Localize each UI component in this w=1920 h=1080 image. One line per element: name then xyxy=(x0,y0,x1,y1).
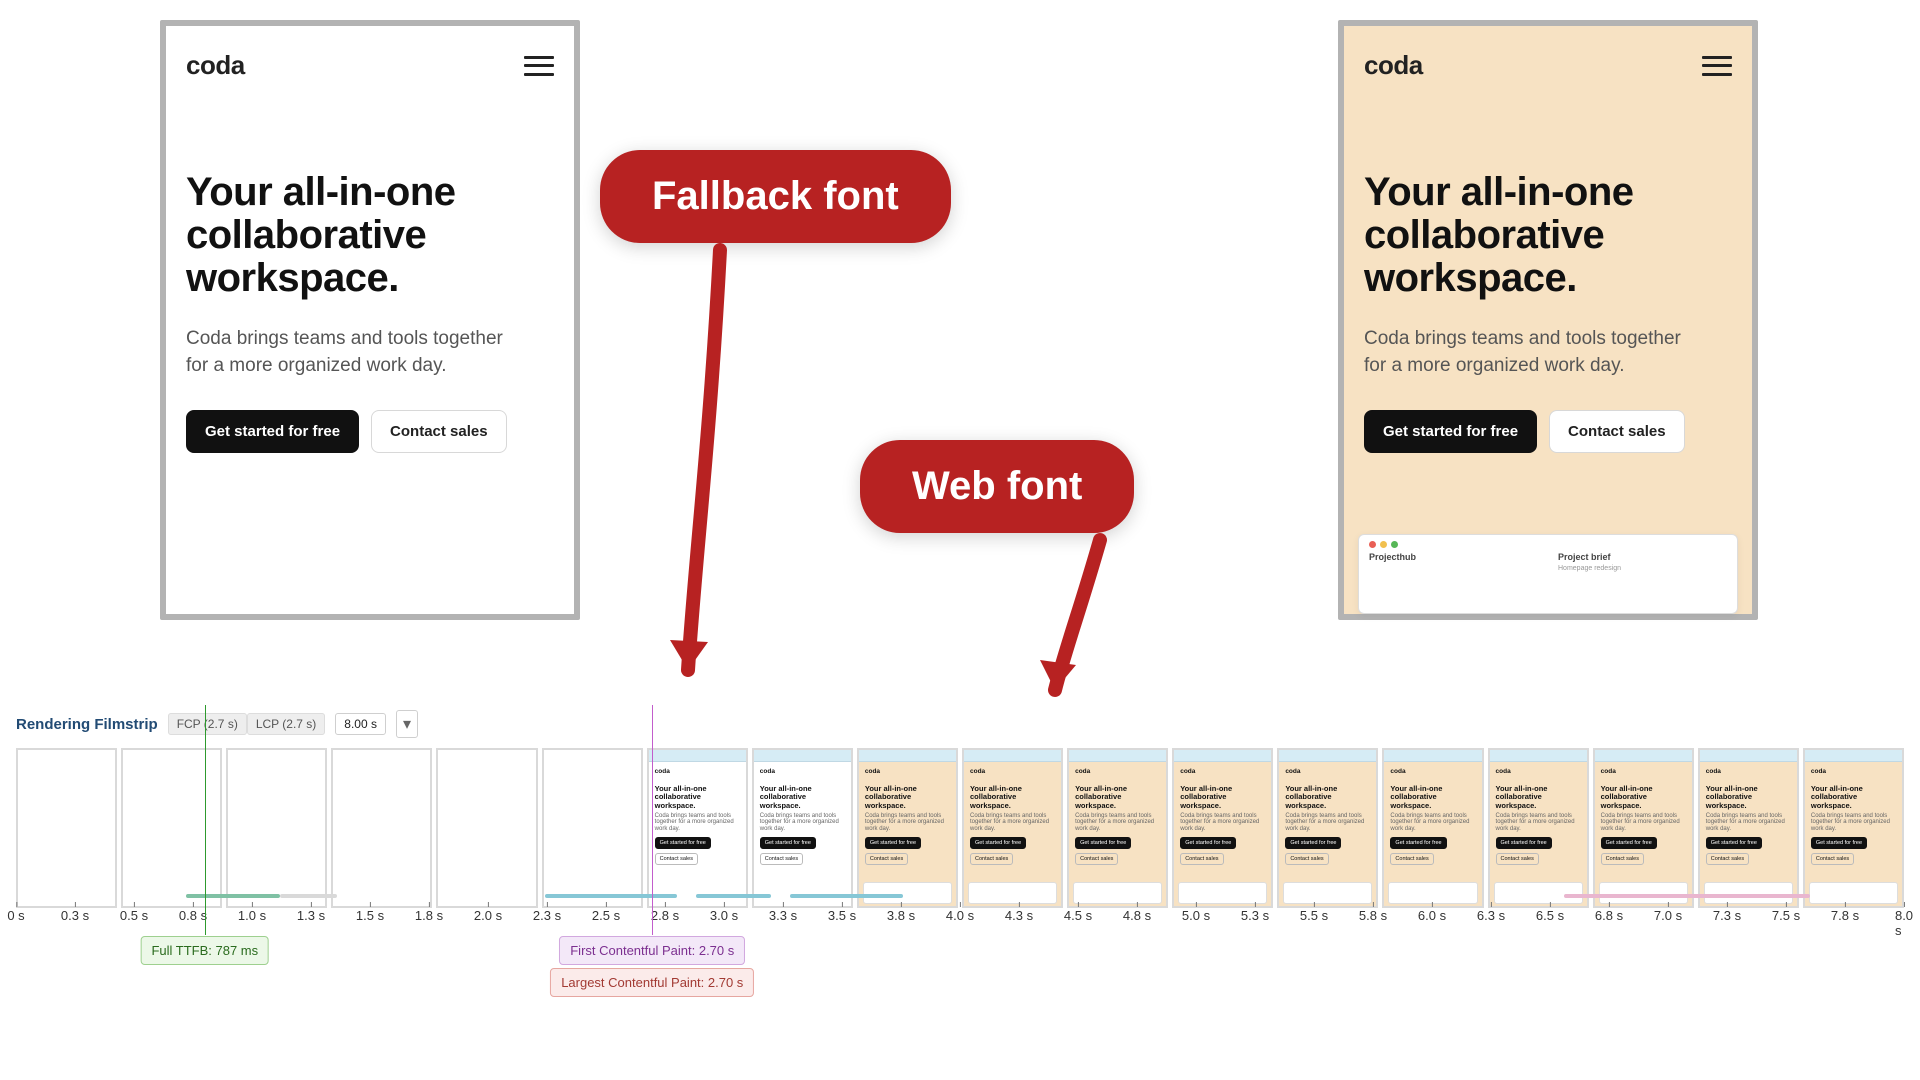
axis-tick: 5.8 s xyxy=(1359,908,1387,923)
fallback-font-callout: Fallback font xyxy=(600,150,951,243)
axis-tick: 2.5 s xyxy=(592,908,620,923)
axis-tick: 2.3 s xyxy=(533,908,561,923)
axis-tick: 0 s xyxy=(7,908,24,923)
axis-tick: 4.3 s xyxy=(1005,908,1033,923)
range-dropdown[interactable]: 8.00 s xyxy=(335,713,386,735)
hamburger-icon[interactable] xyxy=(524,56,554,76)
axis-tick: 6.3 s xyxy=(1477,908,1505,923)
filmstrip-frame: codaYour all-in-one collaborative worksp… xyxy=(1803,748,1904,908)
hero-headline: Your all-in-one collaborative workspace. xyxy=(1364,171,1732,301)
filmstrip-frame xyxy=(436,748,537,908)
axis-tick: 3.5 s xyxy=(828,908,856,923)
filmstrip-frame: codaYour all-in-one collaborative worksp… xyxy=(1067,748,1168,908)
axis-tick: 6.8 s xyxy=(1595,908,1623,923)
webfont-arrow-icon xyxy=(1000,530,1200,720)
mini-waterfall xyxy=(16,894,1904,898)
axis-tick: 0.8 s xyxy=(179,908,207,923)
axis-tick: 3.3 s xyxy=(769,908,797,923)
filmstrip-frame xyxy=(331,748,432,908)
axis-tick: 1.3 s xyxy=(297,908,325,923)
axis-tick: 1.0 s xyxy=(238,908,266,923)
get-started-button[interactable]: Get started for free xyxy=(1364,410,1537,453)
brand-logo: coda xyxy=(1364,50,1423,81)
axis-tick: 7.0 s xyxy=(1654,908,1682,923)
axis-tick: 6.5 s xyxy=(1536,908,1564,923)
filmstrip-frame: codaYour all-in-one collaborative worksp… xyxy=(1593,748,1694,908)
axis-tick: 4.8 s xyxy=(1123,908,1151,923)
filmstrip-frame: codaYour all-in-one collaborative worksp… xyxy=(1172,748,1273,908)
filmstrip-frame: codaYour all-in-one collaborative worksp… xyxy=(647,748,748,908)
filmstrip-frame xyxy=(121,748,222,908)
axis-tick: 1.8 s xyxy=(415,908,443,923)
filmstrip-frame: codaYour all-in-one collaborative worksp… xyxy=(752,748,853,908)
axis-tick: 6.0 s xyxy=(1418,908,1446,923)
axis-tick: 0.3 s xyxy=(61,908,89,923)
filmstrip-frame: codaYour all-in-one collaborative worksp… xyxy=(1277,748,1378,908)
mini-browser-preview: Projecthub Project briefHomepage redesig… xyxy=(1358,534,1738,614)
hero-subtext: Coda brings teams and tools together for… xyxy=(186,325,526,380)
filmstrip-frame xyxy=(16,748,117,908)
axis-tick: 7.5 s xyxy=(1772,908,1800,923)
screenshot-web-font: coda Your all-in-one collaborative works… xyxy=(1338,20,1758,620)
fallback-arrow-icon xyxy=(600,240,860,710)
rendering-filmstrip: Rendering Filmstrip FCP (2.7 s)LCP (2.7 … xyxy=(16,710,1904,908)
axis-tick: 7.3 s xyxy=(1713,908,1741,923)
axis-tick: 5.0 s xyxy=(1182,908,1210,923)
axis-tick: 0.5 s xyxy=(120,908,148,923)
axis-tick: 3.0 s xyxy=(710,908,738,923)
metric-chip[interactable]: LCP (2.7 s) xyxy=(247,713,325,735)
filmstrip-frame: codaYour all-in-one collaborative worksp… xyxy=(1488,748,1589,908)
axis-tick: 2.8 s xyxy=(651,908,679,923)
metric-chip[interactable]: FCP (2.7 s) xyxy=(168,713,247,735)
axis-tick: 1.5 s xyxy=(356,908,384,923)
axis-tick: 7.8 s xyxy=(1831,908,1859,923)
axis-tick: 8.0 s xyxy=(1895,908,1913,938)
traffic-light-icon xyxy=(1369,541,1727,548)
filmstrip-frame: codaYour all-in-one collaborative worksp… xyxy=(857,748,958,908)
filmstrip-frame xyxy=(542,748,643,908)
axis-tick: 3.8 s xyxy=(887,908,915,923)
filmstrip-frame: codaYour all-in-one collaborative worksp… xyxy=(962,748,1063,908)
screenshot-fallback-font: coda Your all-in-one collaborative works… xyxy=(160,20,580,620)
axis-tick: 5.5 s xyxy=(1300,908,1328,923)
contact-sales-button[interactable]: Contact sales xyxy=(371,410,507,453)
axis-tick: 5.3 s xyxy=(1241,908,1269,923)
filmstrip-frame: codaYour all-in-one collaborative worksp… xyxy=(1382,748,1483,908)
webfont-callout: Web font xyxy=(860,440,1134,533)
get-started-button[interactable]: Get started for free xyxy=(186,410,359,453)
axis-tick: 2.0 s xyxy=(474,908,502,923)
axis-tick: 4.5 s xyxy=(1064,908,1092,923)
dropdown-caret-icon[interactable]: ▾ xyxy=(396,710,418,738)
hamburger-icon[interactable] xyxy=(1702,56,1732,76)
brand-logo: coda xyxy=(186,50,245,81)
axis-tick: 4.0 s xyxy=(946,908,974,923)
hero-subtext: Coda brings teams and tools together for… xyxy=(1364,325,1704,380)
hero-headline: Your all-in-one collaborative workspace. xyxy=(186,171,554,301)
filmstrip-title: Rendering Filmstrip xyxy=(16,716,158,733)
filmstrip-frame xyxy=(226,748,327,908)
filmstrip-frame: codaYour all-in-one collaborative worksp… xyxy=(1698,748,1799,908)
contact-sales-button[interactable]: Contact sales xyxy=(1549,410,1685,453)
